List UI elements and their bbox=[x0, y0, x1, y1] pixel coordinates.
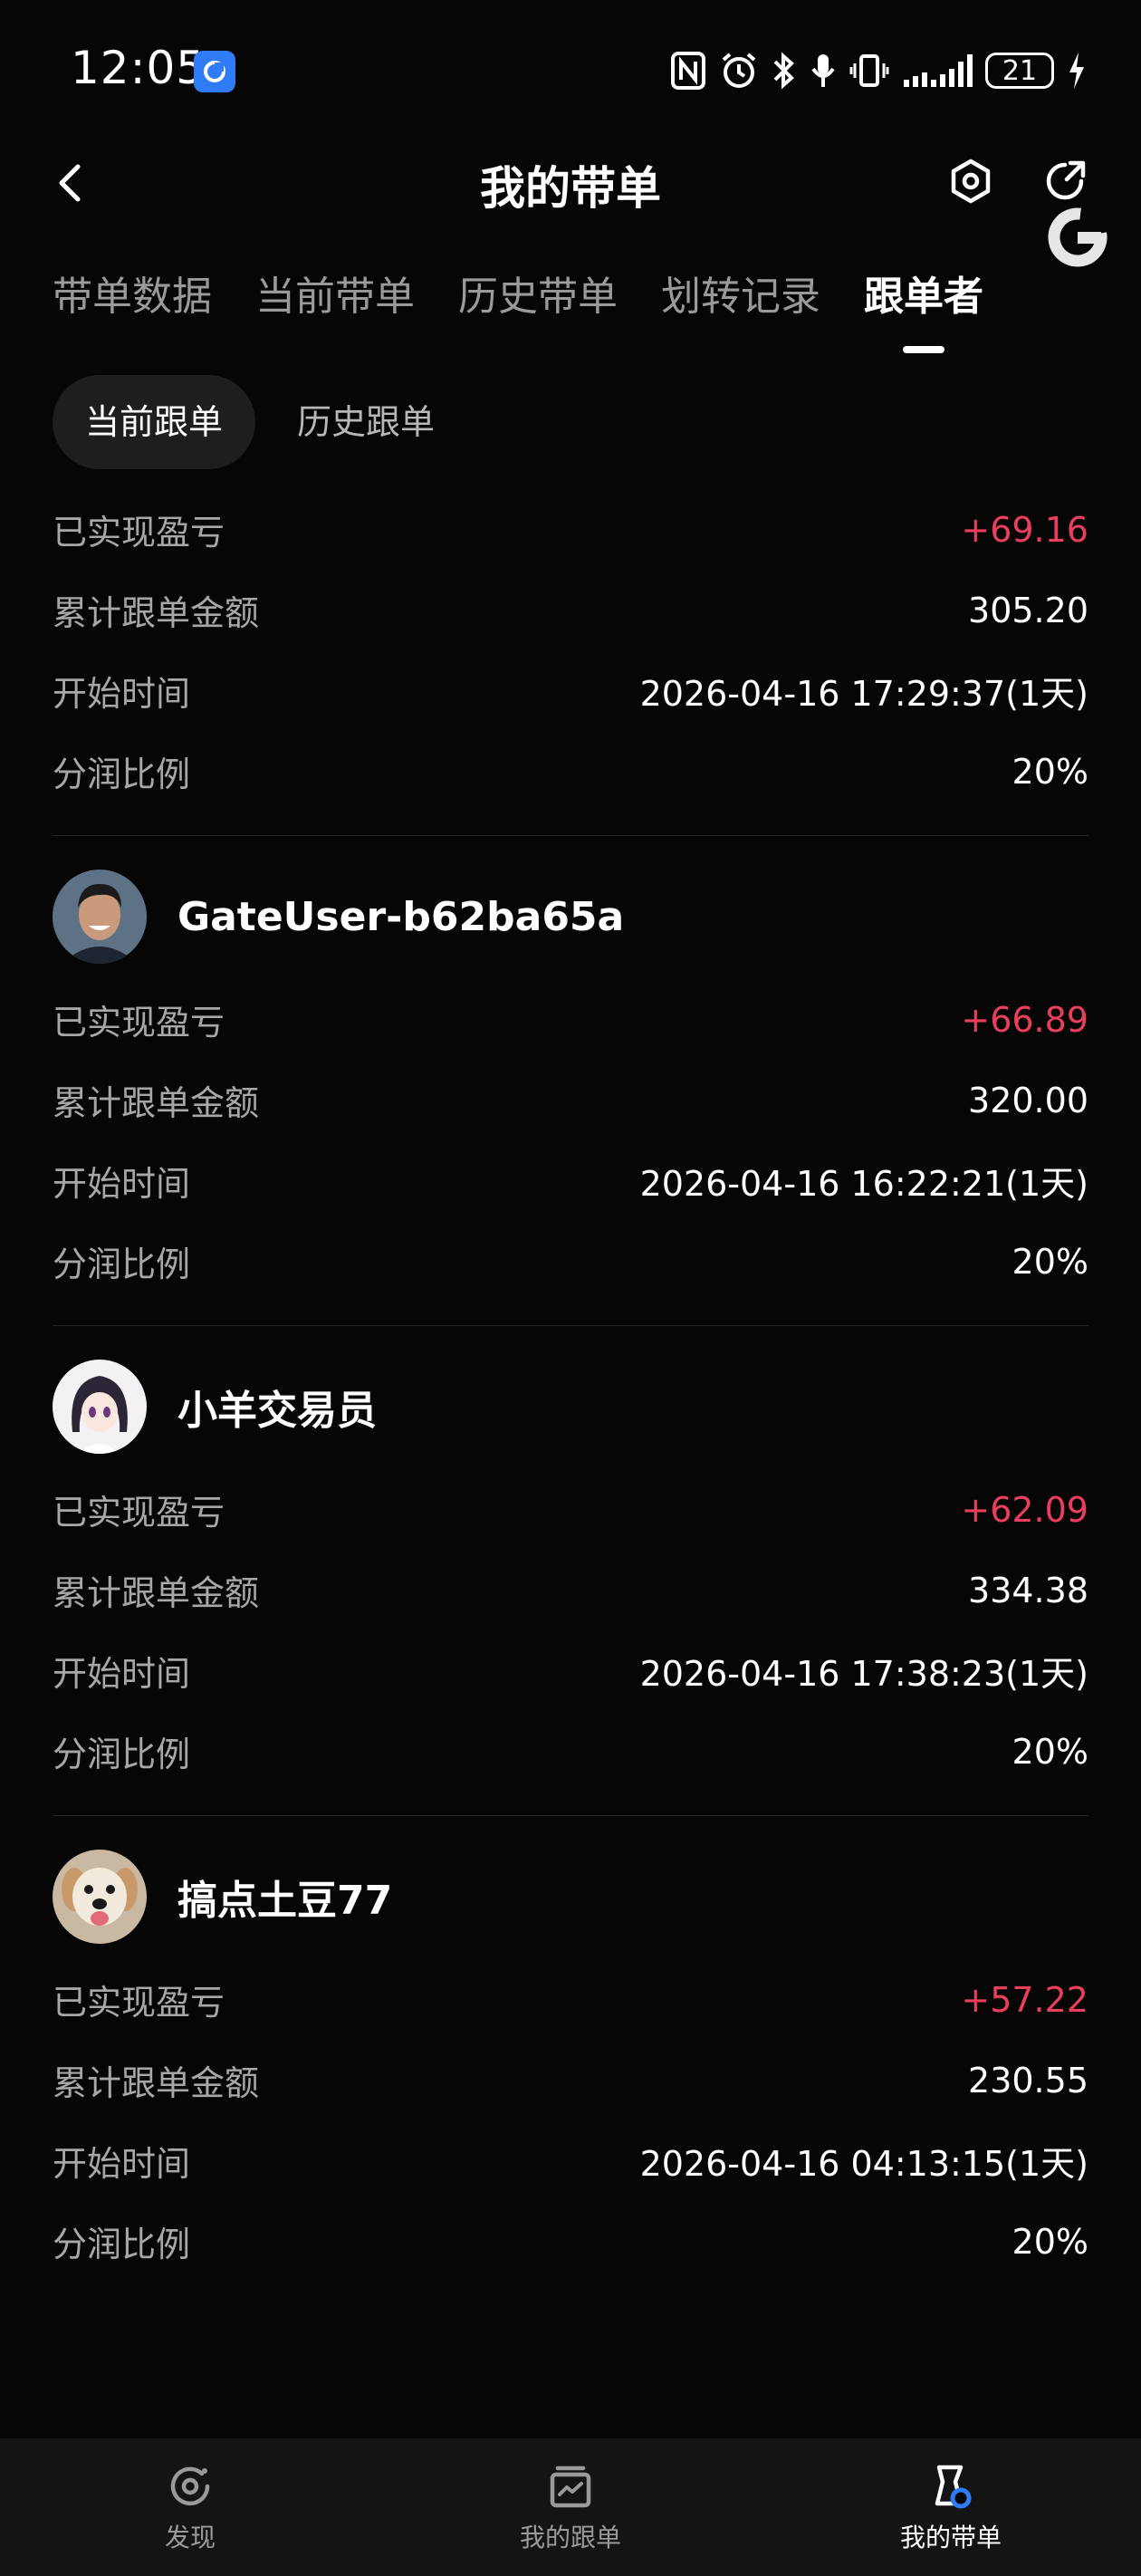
follower-name: 搞点土豆77 bbox=[177, 1878, 393, 1924]
pnl-label: 已实现盈亏 bbox=[53, 513, 225, 553]
amount-row: 累计跟单金额 320.00 bbox=[53, 1060, 1088, 1140]
start-time-value: 2026-04-16 17:38:23(1天) bbox=[639, 1654, 1088, 1694]
copy-trade-icon bbox=[550, 2465, 591, 2508]
start-time-value: 2026-04-16 04:13:15(1天) bbox=[639, 2144, 1088, 2184]
amount-row: 累计跟单金额 334.38 bbox=[53, 1550, 1088, 1630]
amount-label: 累计跟单金额 bbox=[53, 1083, 260, 1123]
amount-label: 累计跟单金额 bbox=[53, 593, 260, 633]
pnl-value: +69.16 bbox=[961, 509, 1088, 550]
discover-icon bbox=[170, 2466, 210, 2506]
tab-current-lead[interactable]: 当前带单 bbox=[255, 263, 415, 335]
pnl-row: 已实现盈亏 +57.22 bbox=[53, 1959, 1088, 2040]
bluetooth-icon bbox=[773, 52, 794, 90]
anime-avatar[interactable] bbox=[53, 1360, 147, 1454]
start-time-row: 开始时间 2026-04-16 16:22:21(1天) bbox=[53, 1140, 1088, 1221]
nav-discover-label: 发现 bbox=[164, 2523, 216, 2552]
bottom-nav: 发现 我的跟单 我的带单 bbox=[0, 2438, 1141, 2576]
status-time: 12:05 bbox=[71, 42, 206, 94]
nav-my-lead-trades[interactable]: 我的带单 bbox=[761, 2438, 1141, 2576]
status-bar: 12:05 21 bbox=[0, 0, 1141, 136]
profit-share-label: 分润比例 bbox=[53, 2225, 191, 2264]
profit-share-label: 分润比例 bbox=[53, 1245, 191, 1284]
profit-share-value: 20% bbox=[1012, 1241, 1088, 1282]
profit-share-row: 分润比例 20% bbox=[53, 2201, 1088, 2282]
profit-share-label: 分润比例 bbox=[53, 755, 191, 794]
battery-indicator: 21 bbox=[985, 53, 1054, 89]
follower-card[interactable]: 搞点土豆77 已实现盈亏 +57.22 累计跟单金额 230.55 开始时间 2… bbox=[53, 1847, 1088, 2305]
tab-transfer-records[interactable]: 划转记录 bbox=[661, 263, 820, 335]
gear-icon bbox=[951, 159, 991, 204]
nav-my-lead-trades-label: 我的带单 bbox=[899, 2523, 1002, 2552]
nav-my-copy-trades[interactable]: 我的跟单 bbox=[380, 2438, 761, 2576]
profit-share-label: 分润比例 bbox=[53, 1735, 191, 1774]
start-time-label: 开始时间 bbox=[53, 2144, 191, 2184]
start-time-row: 开始时间 2026-04-16 17:38:23(1天) bbox=[53, 1630, 1088, 1711]
amount-label: 累计跟单金额 bbox=[53, 2063, 260, 2103]
follow-subtabs: 当前跟单 历史跟单 bbox=[53, 375, 467, 469]
start-time-label: 开始时间 bbox=[53, 1164, 191, 1204]
pnl-label: 已实现盈亏 bbox=[53, 1493, 225, 1533]
pnl-label: 已实现盈亏 bbox=[53, 1983, 225, 2023]
amount-label: 累计跟单金额 bbox=[53, 1573, 260, 1613]
profit-share-value: 20% bbox=[1012, 751, 1088, 792]
signal-icon bbox=[904, 54, 973, 87]
profit-share-value: 20% bbox=[1012, 2221, 1088, 2262]
nav-my-copy-trades-label: 我的跟单 bbox=[519, 2523, 621, 2552]
notification-app-icon bbox=[194, 51, 235, 92]
tab-lead-data[interactable]: 带单数据 bbox=[53, 263, 212, 335]
follower-list: 已实现盈亏 +69.16 累计跟单金额 305.20 开始时间 2026-04-… bbox=[53, 489, 1088, 2336]
floating-loading-icon[interactable] bbox=[1045, 205, 1110, 270]
share-button[interactable] bbox=[1038, 154, 1092, 208]
tab-history-lead[interactable]: 历史带单 bbox=[458, 263, 618, 335]
follower-header: 小羊交易员 bbox=[53, 1357, 1088, 1456]
nfc-icon bbox=[671, 52, 705, 90]
pnl-value: +62.09 bbox=[961, 1489, 1088, 1530]
charging-icon bbox=[1069, 53, 1084, 89]
pnl-row: 已实现盈亏 +69.16 bbox=[53, 489, 1088, 570]
start-time-label: 开始时间 bbox=[53, 1654, 191, 1694]
start-time-value: 2026-04-16 16:22:21(1天) bbox=[639, 1164, 1088, 1204]
subtab-history-follow[interactable]: 历史跟单 bbox=[264, 375, 467, 469]
pnl-value: +57.22 bbox=[961, 1979, 1088, 2020]
microphone-icon bbox=[811, 54, 835, 87]
follower-header: 搞点土豆77 bbox=[53, 1847, 1088, 1946]
follower-name: 小羊交易员 bbox=[177, 1388, 377, 1434]
start-time-label: 开始时间 bbox=[53, 674, 191, 714]
dog-avatar[interactable] bbox=[53, 1850, 147, 1944]
start-time-row: 开始时间 2026-04-16 17:29:37(1天) bbox=[53, 650, 1088, 731]
alarm-icon bbox=[722, 53, 756, 88]
profit-share-value: 20% bbox=[1012, 1731, 1088, 1772]
nav-discover[interactable]: 发现 bbox=[0, 2438, 380, 2576]
amount-value: 230.55 bbox=[968, 2060, 1088, 2100]
status-icons: 21 bbox=[670, 45, 1087, 96]
profit-share-row: 分润比例 20% bbox=[53, 1221, 1088, 1302]
photo-avatar[interactable] bbox=[53, 870, 147, 964]
main-tabs: 带单数据 当前带单 历史带单 划转记录 跟单者 bbox=[53, 263, 983, 335]
vibrate-icon bbox=[849, 54, 889, 87]
start-time-value: 2026-04-16 17:29:37(1天) bbox=[639, 674, 1088, 714]
profit-share-row: 分润比例 20% bbox=[53, 1711, 1088, 1792]
subtab-current-follow[interactable]: 当前跟单 bbox=[53, 375, 256, 469]
follower-header: GateUser-b62ba65a bbox=[53, 867, 1088, 966]
amount-row: 累计跟单金额 230.55 bbox=[53, 2040, 1088, 2120]
pnl-row: 已实现盈亏 +62.09 bbox=[53, 1469, 1088, 1550]
tab-followers[interactable]: 跟单者 bbox=[864, 263, 983, 335]
follower-name: GateUser-b62ba65a bbox=[177, 893, 625, 940]
share-icon bbox=[1046, 160, 1086, 200]
follower-card[interactable]: GateUser-b62ba65a 已实现盈亏 +66.89 累计跟单金额 32… bbox=[53, 867, 1088, 1326]
pnl-value: +66.89 bbox=[961, 999, 1088, 1040]
lead-trade-icon bbox=[935, 2465, 972, 2509]
settings-button[interactable] bbox=[944, 154, 998, 208]
pnl-label: 已实现盈亏 bbox=[53, 1003, 225, 1043]
amount-value: 305.20 bbox=[968, 590, 1088, 630]
follower-card[interactable]: 已实现盈亏 +69.16 累计跟单金额 305.20 开始时间 2026-04-… bbox=[53, 489, 1088, 836]
pnl-row: 已实现盈亏 +66.89 bbox=[53, 979, 1088, 1060]
nav-header: 我的带单 bbox=[0, 136, 1141, 226]
follower-card[interactable]: 小羊交易员 已实现盈亏 +62.09 累计跟单金额 334.38 开始时间 20… bbox=[53, 1357, 1088, 1816]
amount-row: 累计跟单金额 305.20 bbox=[53, 570, 1088, 650]
amount-value: 334.38 bbox=[968, 1570, 1088, 1610]
amount-value: 320.00 bbox=[968, 1080, 1088, 1120]
profit-share-row: 分润比例 20% bbox=[53, 731, 1088, 812]
start-time-row: 开始时间 2026-04-16 04:13:15(1天) bbox=[53, 2120, 1088, 2201]
